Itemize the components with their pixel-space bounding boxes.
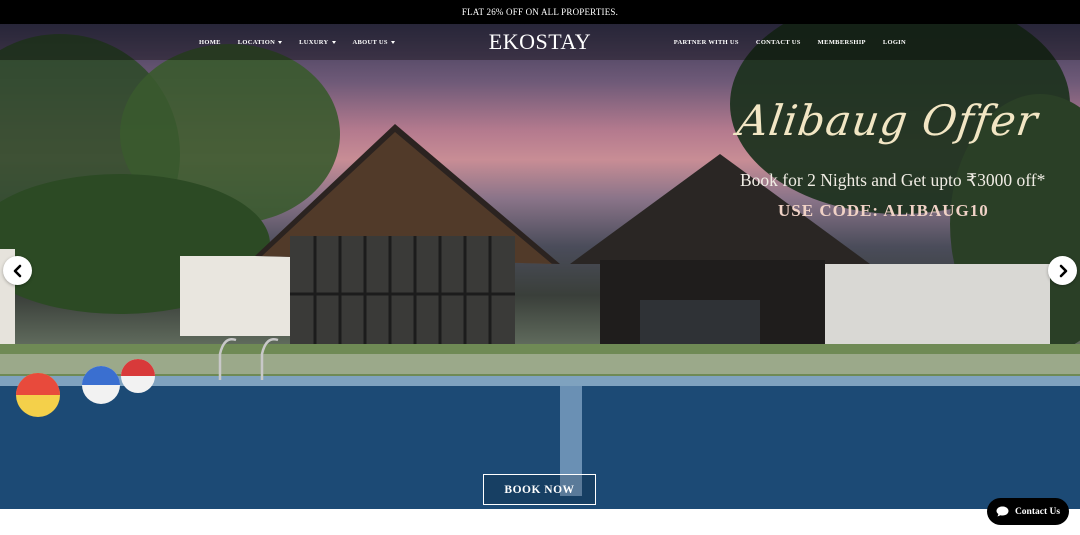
offer-coupon-code: USE CODE: ALIBAUG10 <box>778 201 989 220</box>
promo-bar: FLAT 26% OFF ON ALL PROPERTIES. <box>0 0 1080 24</box>
contact-us-chat-button[interactable]: Contact Us <box>987 498 1069 525</box>
offer-description: Book for 2 Nights and Get upto ₹3000 off… <box>740 170 1046 190</box>
offer-script-title: Alibaug Offer <box>734 96 1042 145</box>
caret-down-icon <box>331 40 336 44</box>
promo-text: FLAT 26% OFF ON ALL PROPERTIES. <box>461 7 619 17</box>
chat-bubble-icon <box>996 506 1009 517</box>
slider-next-button[interactable] <box>1048 256 1077 285</box>
caret-down-icon <box>278 40 283 44</box>
nav-login[interactable]: LOGIN <box>883 39 906 46</box>
caret-down-icon <box>390 40 395 44</box>
site-logo[interactable]: EKOSTAY <box>489 29 591 54</box>
nav-membership-label: MEMBERSHIP <box>817 38 866 46</box>
book-now-button[interactable]: BOOK NOW <box>483 474 596 505</box>
nav-membership[interactable]: MEMBERSHIP <box>818 39 866 46</box>
nav-partner-with-us[interactable]: PARTNER WITH US <box>674 39 739 46</box>
contact-us-label: Contact Us <box>1014 506 1061 517</box>
nav-contact-label: CONTACT US <box>755 38 801 46</box>
nav-partner-label: PARTNER WITH US <box>673 38 739 46</box>
nav-right-group: PARTNER WITH US CONTACT US MEMBERSHIP LO… <box>657 24 906 60</box>
slider-prev-button[interactable] <box>3 256 32 285</box>
nav-login-label: LOGIN <box>882 38 906 46</box>
nav-left-group: HOME LOCATION LUXURY ABOUT US <box>199 24 412 60</box>
nav-luxury-label: LUXURY <box>299 38 329 46</box>
book-now-label: BOOK NOW <box>504 483 575 496</box>
nav-location-label: LOCATION <box>237 38 276 46</box>
nav-about-us-label: ABOUT US <box>352 38 388 46</box>
nav-luxury[interactable]: LUXURY <box>299 38 336 46</box>
nav-home-label: HOME <box>199 38 221 46</box>
main-navigation: HOME LOCATION LUXURY ABOUT US EKOSTAY PA… <box>0 24 1080 60</box>
logo-wrap: EKOSTAY <box>0 29 1080 55</box>
nav-about-us[interactable]: ABOUT US <box>353 39 395 46</box>
chevron-right-icon <box>1059 264 1067 277</box>
nav-contact-us[interactable]: CONTACT US <box>756 39 801 46</box>
nav-location[interactable]: LOCATION <box>237 38 283 46</box>
chevron-left-icon <box>13 264 21 277</box>
nav-home[interactable]: HOME <box>199 39 221 46</box>
